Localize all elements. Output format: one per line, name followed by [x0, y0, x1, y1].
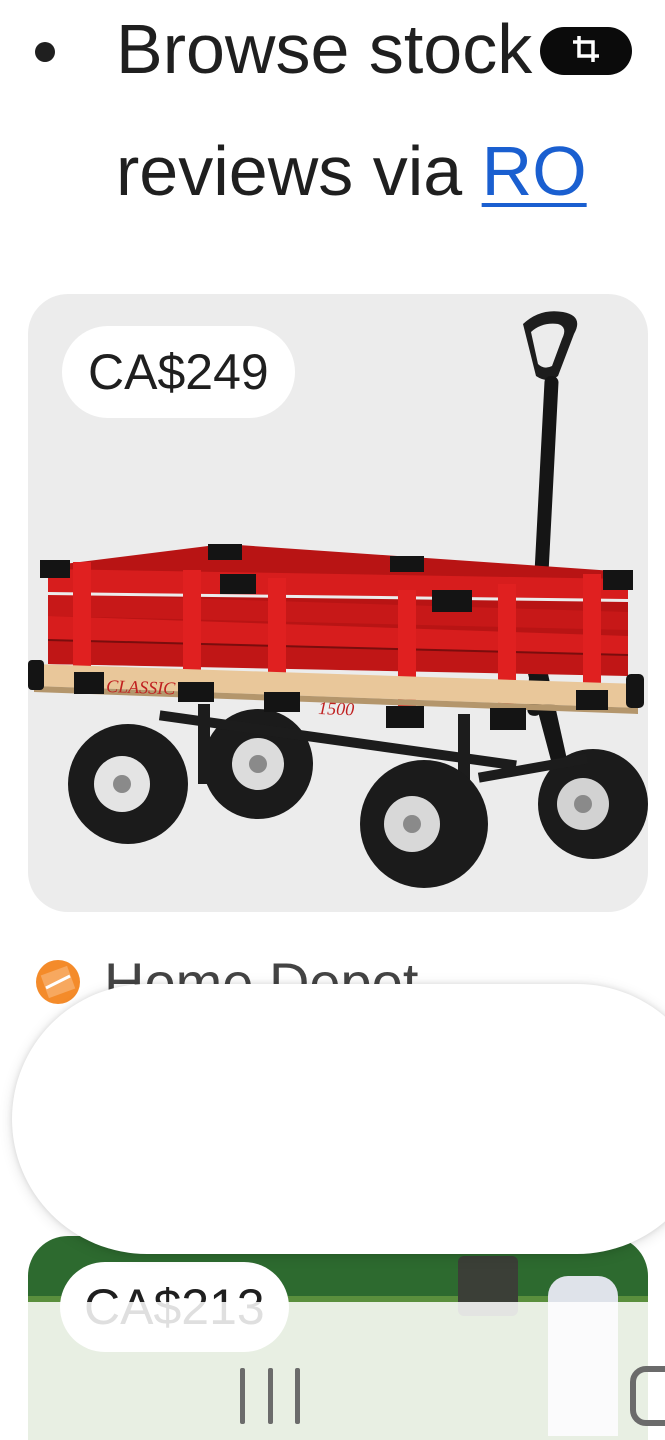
- bullet-dot: [35, 42, 55, 62]
- crop-icon: [571, 34, 601, 69]
- recent-apps-bar: [240, 1368, 245, 1424]
- price-badge: CA$249: [62, 326, 295, 418]
- bullet-text-prefix: reviews via: [116, 132, 482, 210]
- bullet-text-line-1: Browse stock a: [116, 10, 591, 88]
- recent-apps-bar: [295, 1368, 300, 1424]
- svg-text:1500: 1500: [318, 698, 355, 719]
- home-depot-logo: [36, 960, 80, 1004]
- navigation-bar: [0, 1302, 665, 1440]
- bullet-link[interactable]: RO: [482, 132, 587, 210]
- recent-apps-icon[interactable]: [240, 1368, 300, 1424]
- svg-text:CLASSIC: CLASSIC: [106, 676, 177, 698]
- bullet-text-line-2: reviews via RO: [116, 136, 587, 206]
- screen: Browse stock a reviews via RO CLASSIC 15…: [0, 0, 665, 1440]
- crop-button[interactable]: [540, 27, 632, 75]
- overlay-panel[interactable]: [12, 984, 665, 1254]
- home-icon[interactable]: [630, 1366, 665, 1426]
- recent-apps-bar: [267, 1368, 273, 1424]
